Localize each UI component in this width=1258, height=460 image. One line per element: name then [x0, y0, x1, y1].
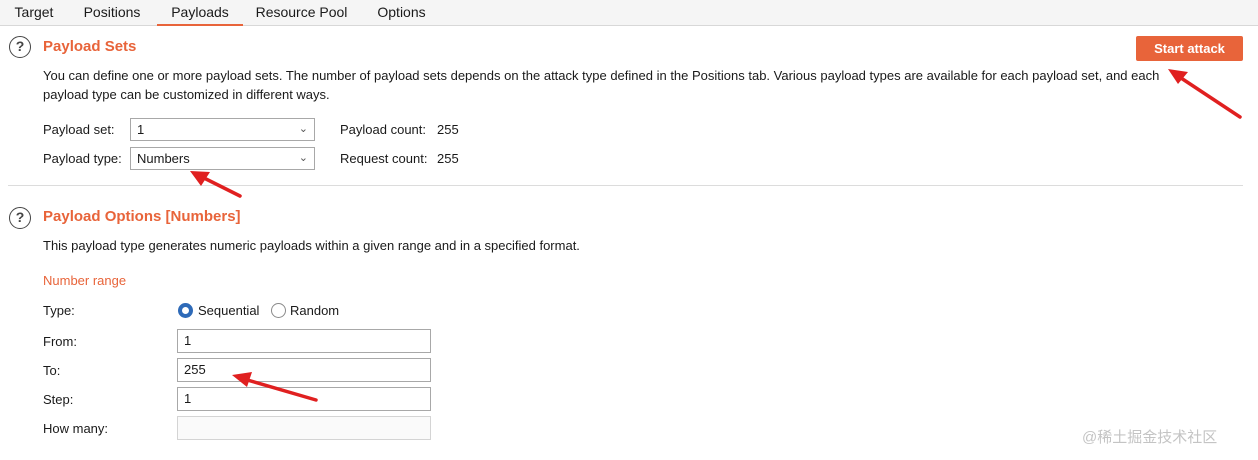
red-arrow-annotation	[190, 171, 242, 198]
watermark: @稀土掘金技术社区	[1082, 429, 1218, 446]
question-circle-icon[interactable]: ?	[9, 207, 31, 229]
payload-type-value: Numbers	[137, 151, 190, 166]
tab-positions[interactable]: Positions	[72, 0, 152, 26]
tab-options[interactable]: Options	[366, 0, 437, 26]
payload-sets-title: Payload Sets	[43, 38, 137, 55]
random-label[interactable]: Random	[290, 303, 339, 318]
from-input[interactable]: 1	[177, 329, 431, 353]
payload-set-value: 1	[137, 122, 145, 137]
tab-resource-pool[interactable]: Resource Pool	[251, 0, 352, 26]
payload-options-title: Payload Options [Numbers]	[43, 208, 241, 225]
type-label: Type:	[43, 303, 75, 318]
payload-type-label: Payload type:	[43, 151, 122, 166]
how-many-input[interactable]	[177, 416, 431, 440]
sequential-label[interactable]: Sequential	[198, 303, 259, 318]
payload-sets-description-line2: payload type can be customized in differ…	[43, 87, 330, 102]
red-arrow-annotation	[1168, 69, 1242, 119]
sequential-radio[interactable]	[178, 303, 193, 318]
request-count-value: 255	[437, 151, 459, 166]
chevron-down-icon: ⌄	[298, 152, 308, 164]
request-count-label: Request count:	[340, 151, 428, 166]
chevron-down-icon: ⌄	[298, 123, 308, 135]
question-circle-icon[interactable]: ?	[9, 36, 31, 58]
number-range-heading: Number range	[43, 273, 127, 288]
payload-sets-description-line1: You can define one or more payload sets.…	[43, 68, 1160, 83]
tab-target[interactable]: Target	[4, 0, 64, 26]
random-radio[interactable]	[271, 303, 286, 318]
how-many-label: How many:	[43, 421, 109, 436]
red-arrow-annotation	[232, 372, 318, 402]
payload-set-label: Payload set:	[43, 122, 115, 137]
tab-bar: Target Positions Payloads Resource Pool …	[0, 0, 1258, 26]
from-label: From:	[43, 334, 77, 349]
payload-set-select[interactable]: 1 ⌄	[130, 118, 315, 141]
payload-count-label: Payload count:	[340, 122, 427, 137]
start-attack-button[interactable]: Start attack	[1136, 36, 1243, 61]
tab-payloads[interactable]: Payloads	[157, 0, 243, 26]
payload-count-value: 255	[437, 122, 459, 137]
step-label: Step:	[43, 392, 74, 407]
payload-options-description: This payload type generates numeric payl…	[43, 238, 580, 253]
to-label: To:	[43, 363, 61, 378]
